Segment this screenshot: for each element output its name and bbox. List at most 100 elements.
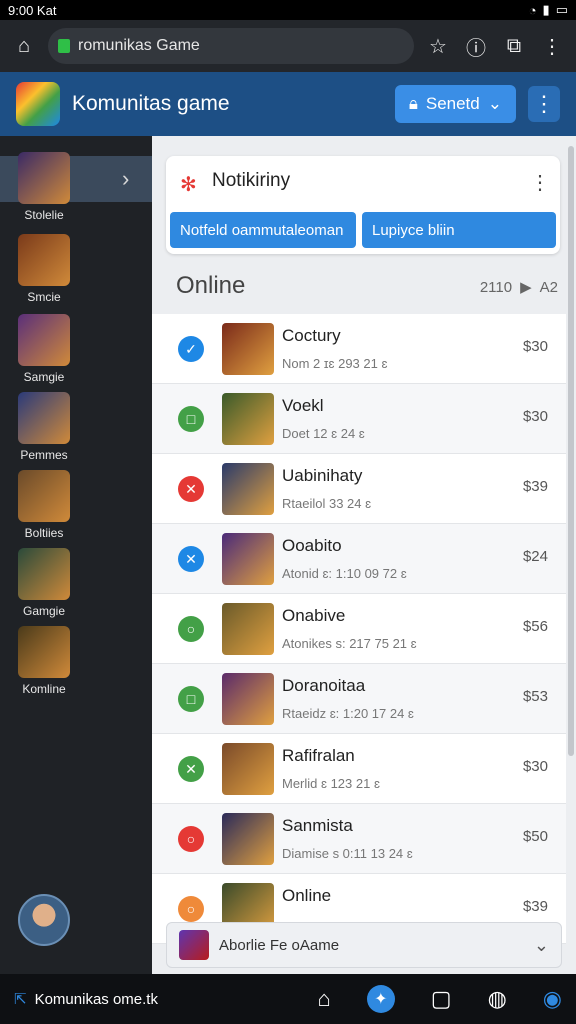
- game-thumbnail: [18, 152, 70, 204]
- game-name: Uabinihaty: [282, 466, 363, 485]
- game-name: Sanmista: [282, 816, 353, 835]
- back-icon[interactable]: ⇱: [14, 990, 27, 1008]
- game-thumbnail: [222, 743, 274, 795]
- pinwheel-icon: ✻: [180, 174, 197, 196]
- home-icon[interactable]: ⌂: [10, 32, 38, 60]
- status-icon: ✕: [178, 756, 204, 782]
- url-field[interactable]: romunikas Game: [48, 28, 414, 64]
- status-icon: ✕: [178, 546, 204, 572]
- notification-button-primary[interactable]: Notfeld oammutaleoman: [170, 212, 356, 248]
- game-row[interactable]: ○ Onabive Atonikes s: 217 75 21 ɛ $56: [152, 594, 566, 664]
- sidebar-item[interactable]: Boltiies: [18, 470, 74, 540]
- game-name: Doranoitaa: [282, 676, 366, 695]
- game-price: $30: [522, 408, 548, 425]
- signal-icon: ▮: [542, 2, 550, 17]
- game-price: $53: [522, 688, 548, 705]
- game-thumbnail: [179, 930, 209, 960]
- header-menu-button[interactable]: ⋮: [528, 86, 560, 122]
- game-price: $56: [522, 618, 548, 635]
- game-meta: Atonid ɛ: 1:10 09 72 ɛ: [282, 566, 407, 581]
- game-thumbnail: [18, 314, 70, 366]
- game-thumbnail: [222, 393, 274, 445]
- game-price: $50: [522, 828, 548, 845]
- browser-menu-icon[interactable]: ⋮: [538, 32, 566, 60]
- game-row[interactable]: □ Doranoitaa Rtaeidz ɛ: 1:20 17 24 ɛ $53: [152, 664, 566, 734]
- status-icon: □: [178, 686, 204, 712]
- sidebar-item-label: Komline: [22, 682, 66, 696]
- section-page: A2: [539, 278, 558, 296]
- tabs-icon[interactable]: ▢: [431, 986, 452, 1012]
- game-meta: Doet 12 ɛ 24 ɛ: [282, 426, 365, 441]
- card-menu-icon[interactable]: ⋮: [530, 170, 550, 195]
- sidebar-item[interactable]: Stolelie: [18, 152, 74, 222]
- send-button-label: Senetd: [425, 94, 480, 113]
- game-thumbnail: [222, 603, 274, 655]
- game-icon[interactable]: ✦: [366, 985, 395, 1013]
- game-name: Ooabito: [282, 536, 342, 555]
- game-row[interactable]: □ Voekl Doet 12 ɛ 24 ɛ $30: [152, 384, 566, 454]
- game-meta: Atonikes s: 217 75 21 ɛ: [282, 636, 417, 651]
- game-meta: Rtaeilol 33 24 ɛ: [282, 496, 372, 511]
- nav-label: Komunikas ome.tk: [34, 990, 158, 1008]
- sidebar-item[interactable]: Smcie: [18, 234, 74, 304]
- game-row[interactable]: ✕ Rafifralan Merlid ɛ 123 21 ɛ $30: [152, 734, 566, 804]
- lock-icon: [58, 39, 70, 53]
- send-button[interactable]: 🔒︎ Senetd ⌄: [394, 85, 516, 123]
- notification-card: ✻ Notikiriny ⋮ Notfeld oammutaleoman Lup…: [166, 156, 560, 254]
- status-bar: 9:00 Kat ◔ ▮ ▭: [0, 0, 576, 20]
- chevron-down-icon[interactable]: ⌄: [534, 935, 549, 956]
- app-header: Komunitas game 🔒︎ Senetd ⌄ ⋮: [0, 72, 576, 136]
- status-time: 9:00 Kat: [8, 2, 57, 18]
- game-row[interactable]: ✕ Ooabito Atonid ɛ: 1:10 09 72 ɛ $24: [152, 524, 566, 594]
- game-meta: Rtaeidz ɛ: 1:20 17 24 ɛ: [282, 706, 414, 721]
- game-thumbnail: [222, 813, 274, 865]
- lock-icon: 🔒︎: [408, 94, 418, 113]
- notification-title: Notikiriny: [212, 170, 291, 191]
- game-price: $30: [522, 338, 548, 355]
- sidebar-item[interactable]: Gamgie: [18, 548, 74, 618]
- game-thumbnail: [222, 323, 274, 375]
- sidebar-item[interactable]: Komline: [18, 626, 74, 696]
- game-price: $30: [522, 758, 548, 775]
- battery-icon: ▭: [555, 2, 568, 17]
- section-pagination: 2110 ▶ A2: [480, 278, 558, 297]
- game-meta: Nom 2 ɪɛ 293 21 ɛ: [282, 356, 388, 371]
- game-row[interactable]: ○ Sanmista Diamise s 0:11 13 24 ɛ $50: [152, 804, 566, 874]
- tabs-icon[interactable]: ⧉: [500, 32, 528, 60]
- status-icon: ✕: [178, 476, 204, 502]
- game-price: $39: [522, 898, 548, 915]
- play-icon[interactable]: ▶: [520, 278, 532, 296]
- bottom-card[interactable]: Aborlie Fe oAame ⌄: [166, 922, 562, 968]
- sidebar-item-label: Pemmes: [20, 448, 68, 462]
- avatar[interactable]: [18, 894, 70, 946]
- game-thumbnail: [18, 392, 70, 444]
- profile-icon[interactable]: ◉: [543, 986, 562, 1012]
- info-icon[interactable]: ⓘ: [462, 32, 490, 60]
- bottom-card-label: Aborlie Fe oAame: [219, 936, 340, 954]
- bottom-nav: ⇱ Komunikas ome.tk ⌂ ✦ ▢ ◍ ◉: [0, 974, 576, 1024]
- game-name: Onabive: [282, 606, 346, 625]
- status-icon: ○: [178, 826, 204, 852]
- game-name: Voekl: [282, 396, 324, 415]
- game-thumbnail: [222, 673, 274, 725]
- controller-icon[interactable]: ◍: [488, 986, 507, 1012]
- game-thumbnail: [18, 548, 70, 600]
- chevron-right-icon[interactable]: ›: [122, 166, 129, 192]
- bookmark-star-icon[interactable]: ☆: [424, 32, 452, 60]
- sidebar-item-label: Boltiies: [24, 526, 64, 540]
- game-meta: Diamise s 0:11 13 24 ɛ: [282, 846, 413, 861]
- section-title: Online: [176, 272, 246, 299]
- notification-button-secondary[interactable]: Lupiyce bliin: [362, 212, 556, 248]
- sidebar-item-label: Stolelie: [24, 208, 64, 222]
- home-icon[interactable]: ⌂: [318, 986, 331, 1012]
- scrollbar[interactable]: [568, 146, 574, 756]
- sidebar-item[interactable]: Pemmes: [18, 392, 74, 462]
- sidebar-item[interactable]: Samgie: [18, 314, 74, 384]
- game-row[interactable]: ✓ Coctury Nom 2 ɪɛ 293 21 ɛ $30: [152, 314, 566, 384]
- sidebar: › Stolelie Smcie Samgie Pemmes Boltiies Gamgi…: [0, 136, 152, 974]
- game-row[interactable]: ✕ Uabinihaty Rtaeilol 33 24 ɛ $39: [152, 454, 566, 524]
- game-meta: Merlid ɛ 123 21 ɛ: [282, 776, 380, 791]
- browser-toolbar: ⌂ romunikas Game ☆ ⓘ ⧉ ⋮: [0, 20, 576, 72]
- game-name: Coctury: [282, 326, 341, 345]
- game-thumbnail: [222, 463, 274, 515]
